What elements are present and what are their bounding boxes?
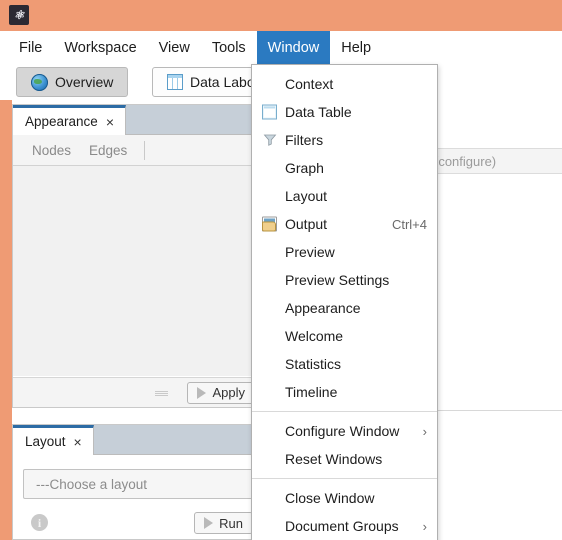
- menu-help[interactable]: Help: [330, 31, 382, 64]
- table-icon: [167, 74, 183, 90]
- menuitem-preview[interactable]: Preview: [252, 238, 437, 266]
- menuitem-output-accel: Ctrl+4: [391, 216, 427, 232]
- menuitem-close-window[interactable]: Close Window: [252, 484, 437, 512]
- menuitem-filters[interactable]: Filters: [252, 126, 437, 154]
- menuitem-preview-settings[interactable]: Preview Settings: [252, 266, 437, 294]
- filter-icon: [263, 133, 278, 148]
- menuitem-layout[interactable]: Layout: [252, 182, 437, 210]
- layout-tab-row: Layout ×: [13, 425, 261, 455]
- output-icon: [262, 216, 277, 232]
- appearance-subtabs: Nodes Edges: [13, 135, 261, 166]
- close-icon[interactable]: ×: [106, 115, 114, 129]
- menuitem-configure-window[interactable]: Configure Window ›: [252, 417, 437, 445]
- menu-separator: [252, 478, 437, 479]
- menuitem-appearance[interactable]: Appearance: [252, 294, 437, 322]
- resize-grip-icon[interactable]: [155, 391, 168, 396]
- left-rail: [0, 100, 12, 540]
- tab-overview-label: Overview: [55, 74, 114, 90]
- layout-panel: Layout × ---Choose a layout i Run: [12, 424, 262, 540]
- menu-view[interactable]: View: [148, 31, 201, 64]
- menuitem-context[interactable]: Context: [252, 70, 437, 98]
- title-bar: ⚛: [0, 0, 562, 31]
- info-icon[interactable]: i: [31, 514, 48, 531]
- menuitem-timeline[interactable]: Timeline: [252, 378, 437, 406]
- panel-tab-appearance[interactable]: Appearance ×: [13, 105, 126, 135]
- menuitem-data-table[interactable]: Data Table: [252, 98, 437, 126]
- appearance-body: [13, 166, 261, 376]
- gephi-main-window: ⚛ File Workspace View Tools Window Help …: [0, 0, 562, 540]
- layout-combo[interactable]: ---Choose a layout: [23, 469, 255, 499]
- run-button[interactable]: Run: [194, 512, 253, 534]
- menuitem-welcome[interactable]: Welcome: [252, 322, 437, 350]
- gephi-logo-icon: ⚛: [9, 5, 29, 25]
- subtab-edges[interactable]: Edges: [80, 135, 136, 166]
- play-icon: [204, 517, 214, 529]
- chevron-right-icon: ›: [422, 518, 427, 534]
- chevron-right-icon: ›: [422, 423, 427, 439]
- window-dropdown-menu: Context Data Table Filters Graph Layout …: [251, 64, 438, 540]
- subtab-divider: [144, 140, 146, 160]
- subtab-nodes[interactable]: Nodes: [23, 135, 80, 166]
- globe-icon: [31, 73, 48, 91]
- menuitem-document-groups[interactable]: Document Groups ›: [252, 512, 437, 540]
- close-icon[interactable]: ×: [74, 435, 82, 449]
- panel-tab-layout[interactable]: Layout ×: [13, 425, 94, 455]
- appearance-tab-label: Appearance: [25, 114, 98, 129]
- menuitem-output[interactable]: Output Ctrl+4: [252, 210, 437, 238]
- menuitem-reset-windows[interactable]: Reset Windows: [252, 445, 437, 473]
- apply-button-label: Apply: [212, 385, 245, 400]
- menu-bar: File Workspace View Tools Window Help: [0, 31, 562, 64]
- apply-button[interactable]: Apply: [187, 381, 255, 404]
- appearance-footer: Apply: [13, 377, 261, 407]
- appearance-tab-row: Appearance ×: [13, 105, 261, 135]
- table-icon: [262, 104, 277, 120]
- run-button-label: Run: [219, 515, 243, 531]
- menu-separator: [252, 411, 437, 412]
- layout-tab-label: Layout: [25, 434, 66, 449]
- menuitem-statistics[interactable]: Statistics: [252, 350, 437, 378]
- appearance-panel: Appearance × Nodes Edges Apply: [12, 104, 262, 408]
- menu-workspace[interactable]: Workspace: [53, 31, 147, 64]
- layout-combo-value: ---Choose a layout: [36, 476, 148, 492]
- menu-file[interactable]: File: [8, 31, 53, 64]
- menu-window[interactable]: Window: [256, 31, 331, 64]
- menu-tools[interactable]: Tools: [201, 31, 257, 64]
- menuitem-graph[interactable]: Graph: [252, 154, 437, 182]
- tab-overview[interactable]: Overview: [16, 67, 129, 97]
- play-icon: [197, 386, 207, 399]
